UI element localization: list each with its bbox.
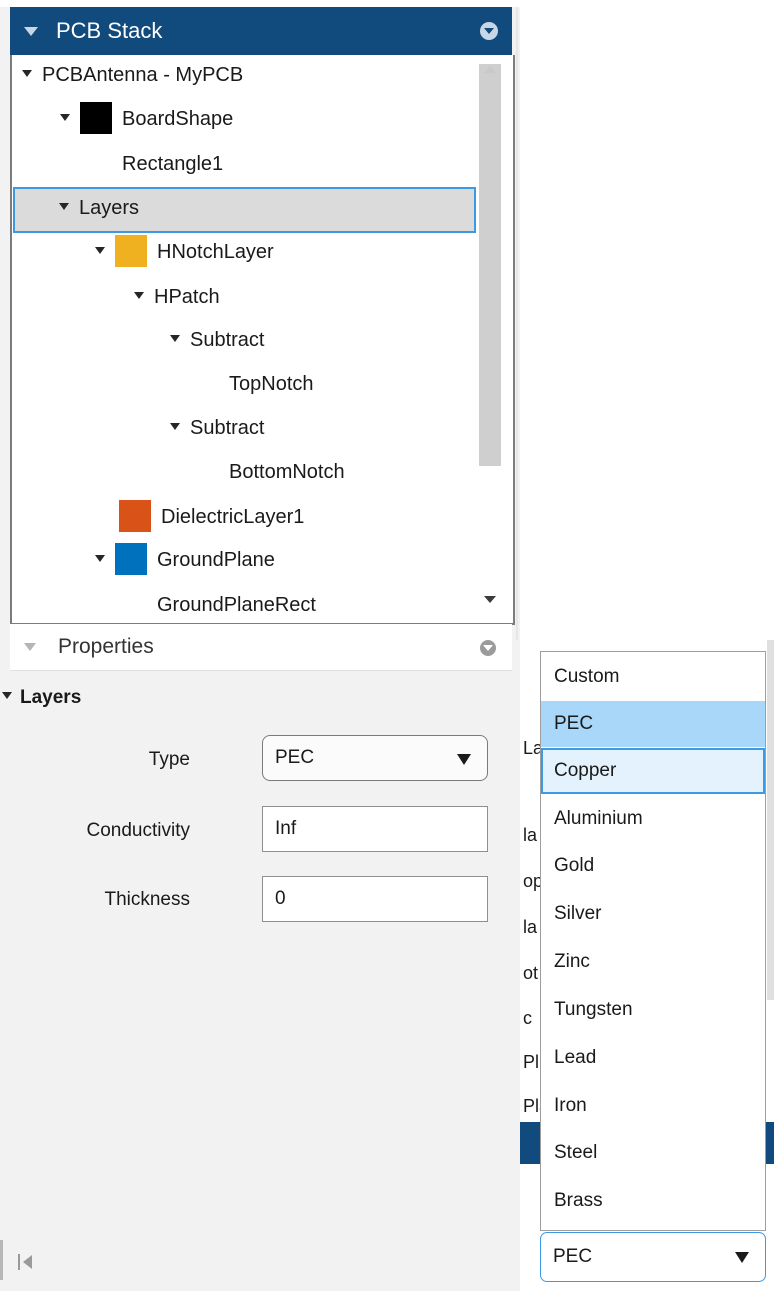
tree-node-rectangle1[interactable]: Rectangle1 (122, 146, 223, 182)
top-edge (0, 0, 522, 7)
first-page-icon (18, 1254, 20, 1270)
tree-node-groundplane[interactable]: GroundPlane (95, 542, 275, 578)
tree-node-label: DielectricLayer1 (161, 506, 305, 528)
tree-node-label: HNotchLayer (157, 241, 274, 263)
tree-node-label: GroundPlane (157, 549, 275, 571)
background-text-fragment: Pl (523, 1052, 540, 1072)
background-text-fragment: La (523, 738, 541, 758)
dropdown-field-value: PEC (553, 1246, 593, 1267)
type-dropdown-list[interactable]: Custom PEC Copper Aluminium Gold Silver … (540, 651, 766, 1231)
expand-caret-icon[interactable] (60, 114, 70, 122)
properties-section-layers[interactable]: Layers (2, 680, 81, 716)
expand-caret-icon[interactable] (134, 292, 144, 300)
background-text-fragment: op (523, 871, 541, 891)
properties-header[interactable]: Properties (10, 624, 512, 671)
option-zinc[interactable]: Zinc (541, 939, 765, 985)
black-swatch-icon (80, 101, 112, 134)
tree-node-label: Rectangle1 (122, 153, 224, 175)
type-value: PEC (275, 747, 315, 768)
tree-node-label: Layers (79, 197, 140, 219)
option-silver[interactable]: Silver (541, 891, 765, 937)
scroll-down-arrow-icon[interactable] (484, 596, 496, 603)
thickness-label: Thickness (104, 889, 190, 910)
tree-node-hnotchlayer[interactable]: HNotchLayer (95, 234, 274, 270)
panel-divider (516, 0, 518, 640)
tree-node-label: TopNotch (229, 373, 314, 395)
properties-title: Properties (58, 635, 154, 658)
background-text-fragment: c (523, 1008, 532, 1028)
tree-node-label: BoardShape (122, 108, 234, 130)
option-steel[interactable]: Steel (541, 1130, 765, 1176)
dropdown-arrow-icon (735, 1252, 749, 1263)
option-aluminium[interactable]: Aluminium (541, 796, 765, 842)
expand-caret-icon[interactable] (95, 555, 105, 563)
section-label: Layers (20, 687, 82, 708)
panel-options-icon[interactable] (480, 22, 498, 40)
collapse-triangle-icon[interactable] (24, 643, 36, 651)
option-pec[interactable]: PEC (541, 701, 765, 747)
blue-swatch-icon (115, 542, 147, 575)
panel-options-icon[interactable] (480, 640, 496, 656)
expand-caret-icon[interactable] (22, 70, 32, 78)
tree-node-label: HPatch (154, 286, 220, 308)
option-custom[interactable]: Custom (541, 654, 765, 700)
orange-swatch-icon (119, 499, 151, 532)
option-copper[interactable]: Copper (541, 748, 765, 794)
background-scrollbar (767, 640, 774, 1000)
type-label: Type (148, 749, 190, 770)
background-text-fragment: la (523, 917, 538, 937)
background-text-fragment: Pla (523, 1096, 541, 1116)
option-lead[interactable]: Lead (541, 1035, 765, 1081)
collapse-triangle-icon[interactable] (24, 27, 38, 36)
conductivity-label: Conductivity (86, 820, 191, 841)
expand-caret-icon[interactable] (2, 692, 12, 700)
option-iron[interactable]: Iron (541, 1083, 765, 1129)
tree-node-hpatch[interactable]: HPatch (134, 279, 220, 315)
expand-caret-icon[interactable] (170, 423, 180, 431)
expand-caret-icon[interactable] (59, 203, 69, 211)
dropdown-arrow-icon (457, 754, 471, 765)
tree-node-groundplanerect[interactable]: GroundPlaneRect (157, 587, 316, 623)
type-dropdown[interactable]: PEC (262, 735, 488, 781)
option-brass[interactable]: Brass (541, 1178, 765, 1224)
tree-node-pcbantenna[interactable]: PCBAntenna - MyPCB (22, 57, 243, 93)
collapse-left-button[interactable] (14, 1248, 54, 1278)
background-text-fragment: la (523, 825, 538, 845)
tree-node-label: PCBAntenna - MyPCB (42, 64, 244, 86)
pcb-stack-title: PCB Stack (56, 18, 163, 43)
option-gold[interactable]: Gold (541, 843, 765, 889)
tree-node-topnotch[interactable]: TopNotch (229, 366, 314, 402)
tree-node-label: GroundPlaneRect (157, 594, 316, 616)
tree-node-label: BottomNotch (229, 461, 345, 483)
thickness-field[interactable]: 0 (262, 876, 488, 922)
option-tungsten[interactable]: Tungsten (541, 987, 765, 1033)
thickness-value: 0 (275, 888, 286, 909)
pcb-stack-header[interactable]: PCB Stack (10, 7, 512, 55)
background-text-fragment: ot (523, 963, 539, 983)
tree-node-boardshape[interactable]: BoardShape (60, 101, 233, 137)
tree-node-dielectriclayer1[interactable]: DielectricLayer1 (119, 499, 304, 535)
tree-node-layers[interactable]: Layers (59, 190, 139, 226)
tree-node-label: Subtract (190, 417, 265, 439)
tree-node-bottomnotch[interactable]: BottomNotch (229, 454, 345, 490)
yellow-swatch-icon (115, 234, 147, 267)
expand-caret-icon[interactable] (95, 247, 105, 255)
tree-node-subtract-top[interactable]: Subtract (170, 322, 264, 358)
conductivity-field[interactable]: Inf (262, 806, 488, 852)
tree-node-label: Subtract (190, 329, 265, 351)
tree-scrollbar-thumb[interactable] (479, 64, 501, 466)
conductivity-value: Inf (275, 818, 297, 839)
left-edge-marker (0, 1240, 3, 1280)
first-page-arrow-icon (23, 1255, 32, 1269)
type-dropdown-field[interactable]: PEC (540, 1232, 766, 1282)
expand-caret-icon[interactable] (170, 335, 180, 343)
tree-node-subtract-bottom[interactable]: Subtract (170, 410, 264, 446)
scroll-up-arrow-icon[interactable] (484, 66, 496, 73)
